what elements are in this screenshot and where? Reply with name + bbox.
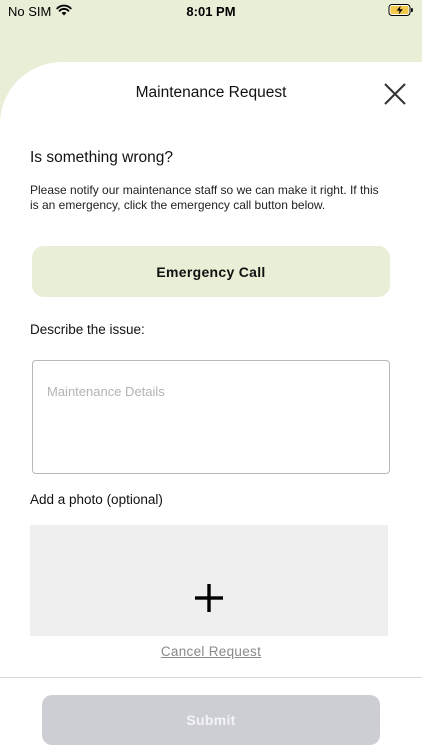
intro-text: Please notify our maintenance staff so w…: [30, 183, 379, 212]
add-photo-button[interactable]: [30, 525, 388, 636]
battery-charging-icon: [388, 3, 414, 20]
emergency-call-label: Emergency Call: [156, 263, 266, 280]
cancel-request-link[interactable]: Cancel Request: [0, 644, 422, 659]
close-button[interactable]: [380, 79, 410, 109]
form-heading: Is something wrong?: [30, 149, 174, 166]
status-time: 8:01 PM: [186, 4, 236, 19]
maintenance-details-placeholder: Maintenance Details: [47, 384, 165, 399]
submit-button[interactable]: Submit: [42, 695, 380, 745]
status-bar: No SIM 8:01 PM: [0, 0, 422, 24]
describe-issue-label: Describe the issue:: [30, 322, 145, 337]
submit-label: Submit: [186, 712, 236, 728]
sheet-title: Maintenance Request: [135, 84, 287, 101]
maintenance-request-sheet: Maintenance Request Is something wrong? …: [0, 62, 422, 750]
plus-icon: [195, 584, 223, 612]
emergency-call-button[interactable]: Emergency Call: [32, 246, 390, 297]
close-icon: [384, 83, 406, 105]
add-photo-label: Add a photo (optional): [30, 492, 163, 507]
maintenance-details-field[interactable]: Maintenance Details: [32, 360, 390, 474]
footer-divider: [0, 677, 422, 678]
